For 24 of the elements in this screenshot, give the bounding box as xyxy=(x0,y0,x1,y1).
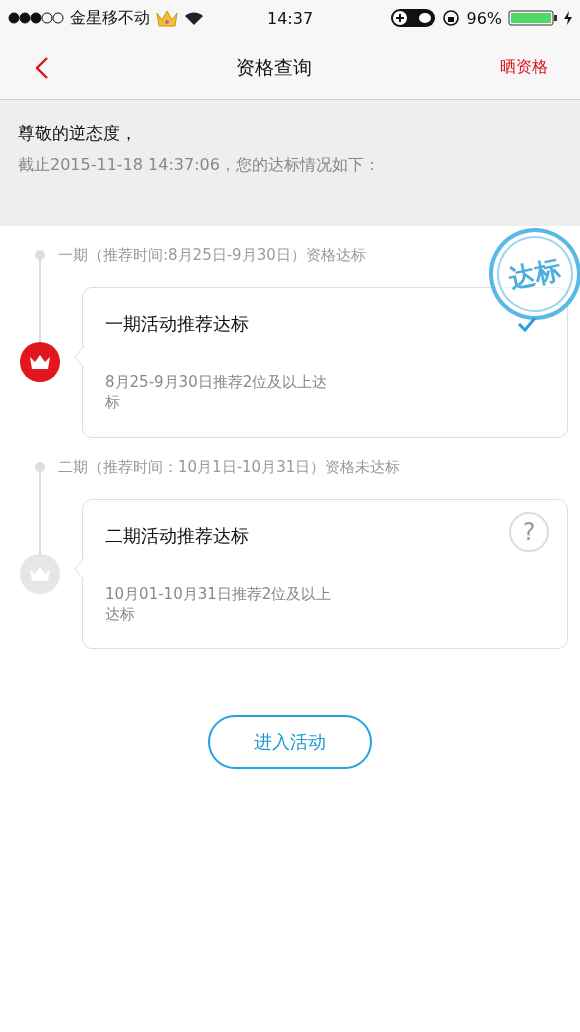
wifi-icon xyxy=(184,11,204,25)
check-icon xyxy=(517,316,537,332)
card-title: 一期活动推荐达标 xyxy=(105,312,249,336)
rotation-lock-icon xyxy=(442,9,461,27)
summary-text: 截止2015-11-18 14:37:06，您的达标情况如下： xyxy=(18,155,381,176)
page-title: 资格查询 xyxy=(236,54,312,80)
card-title: 二期活动推荐达标 xyxy=(105,523,249,548)
charging-icon xyxy=(564,11,572,25)
toggle-icon xyxy=(390,8,437,28)
battery-percent: 96% xyxy=(466,8,502,28)
enter-activity-button[interactable]: 进入活动 xyxy=(208,715,372,769)
period-header: 二期（推荐时间：10月1日-10月31日）资格未达标 xyxy=(57,457,402,477)
clock-time: 14:37 xyxy=(266,8,314,28)
battery-icon xyxy=(508,10,558,26)
crown-icon xyxy=(156,9,178,27)
help-badge[interactable]: ? xyxy=(509,511,549,552)
share-button[interactable]: 晒资格 xyxy=(500,57,548,78)
period-header: 一期（推荐时间:8月25日-9月30日）资格达标 xyxy=(57,246,367,265)
carrier-name: 金星移不动 xyxy=(70,7,150,29)
card-description: 8月25-9月30日推荐2位及以上达标 xyxy=(105,372,329,413)
card-description: 10月01-10月31日推荐2位及以上达标 xyxy=(105,583,333,624)
greeting-text: 尊敬的逆态度， xyxy=(18,122,138,145)
back-icon[interactable] xyxy=(36,56,48,79)
signal-icon xyxy=(8,12,64,24)
